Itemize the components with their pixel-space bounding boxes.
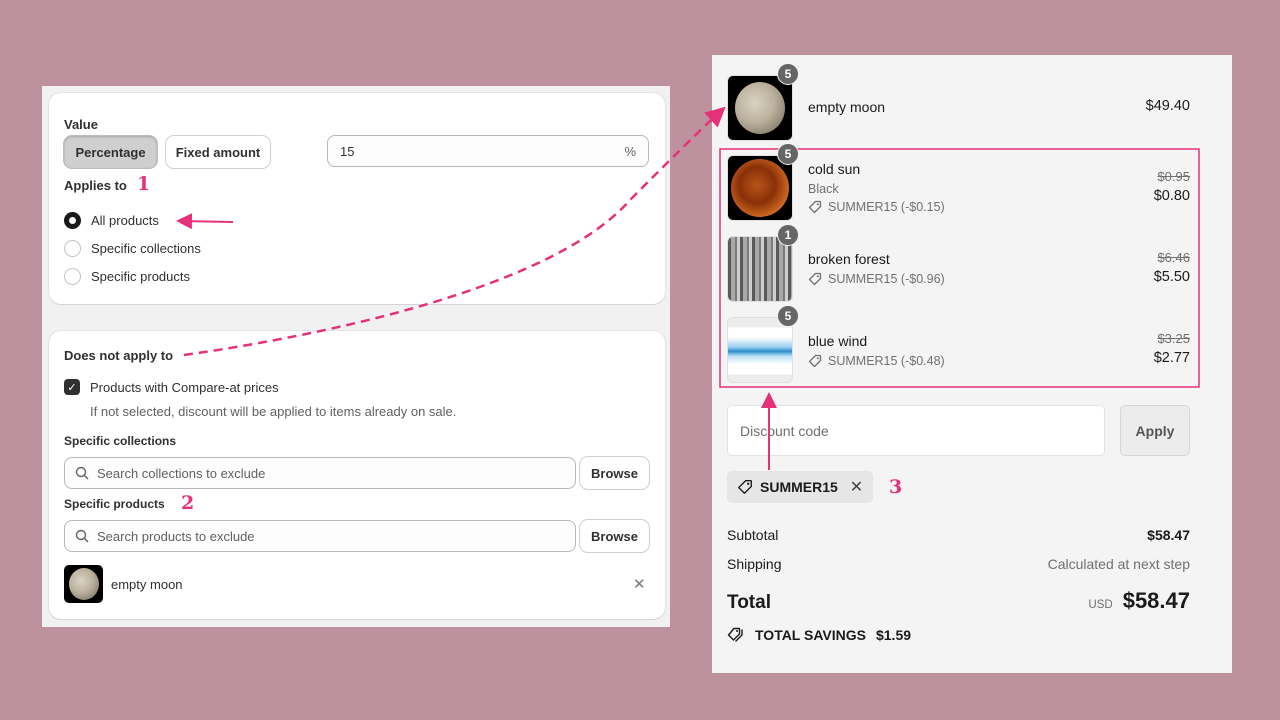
applied-discount-chip: SUMMER15 ✕: [727, 471, 874, 503]
applied-code: SUMMER15: [760, 479, 838, 495]
checkbox-label: Products with Compare-at prices: [90, 379, 279, 395]
subtotal-value: $58.47: [1147, 527, 1190, 543]
remove-discount-close-icon[interactable]: ✕: [850, 477, 863, 497]
products-label: Specific products: [64, 497, 165, 511]
tag-icon: [808, 200, 822, 214]
discount-text: SUMMER15 (-$0.15): [828, 200, 945, 214]
product-name: cold sun: [808, 161, 861, 177]
excluded-product-name: empty moon: [111, 576, 183, 592]
discount-allocation: SUMMER15 (-$0.96): [808, 272, 945, 286]
radio-label: All products: [91, 213, 159, 228]
quantity-badge: 5: [777, 143, 799, 165]
annotation-step-1: 1: [137, 173, 151, 195]
collections-search-input[interactable]: Search collections to exclude: [64, 457, 576, 489]
subtotal-label: Subtotal: [727, 527, 779, 543]
apply-button[interactable]: Apply: [1120, 405, 1190, 456]
total-savings: TOTAL SAVINGS $1.59: [727, 627, 911, 643]
product-price: $0.80: [1153, 188, 1190, 204]
product-price: $49.40: [1145, 98, 1190, 114]
product-price: $5.50: [1153, 269, 1190, 285]
product-variant: Black: [808, 182, 839, 196]
discount-code-input[interactable]: Discount code: [727, 405, 1105, 456]
placeholder: Search products to exclude: [97, 528, 255, 544]
radio-unselected-icon: [64, 240, 81, 257]
percentage-button[interactable]: Percentage: [64, 136, 157, 168]
shipping-value: Calculated at next step: [1047, 556, 1190, 572]
line-item: 5 empty moon $49.40: [727, 63, 1190, 141]
original-price: $6.46: [1157, 250, 1190, 265]
tag-icon: [808, 272, 822, 286]
discount-allocation: SUMMER15 (-$0.15): [808, 200, 945, 214]
product-name: broken forest: [808, 251, 890, 267]
product-name: blue wind: [808, 333, 868, 349]
search-icon: [75, 466, 89, 480]
excluded-product-item: empty moon: [64, 565, 183, 603]
percent-suffix: %: [624, 143, 636, 159]
savings-label: TOTAL SAVINGS: [755, 627, 866, 643]
browse-products-button[interactable]: Browse: [580, 520, 649, 552]
radio-unselected-icon: [64, 268, 81, 285]
discount-text: SUMMER15 (-$0.96): [828, 272, 945, 286]
radio-label: Specific products: [91, 269, 190, 284]
radio-specific-products[interactable]: Specific products: [64, 268, 190, 285]
radio-all-products[interactable]: All products: [64, 212, 159, 229]
radio-specific-collections[interactable]: Specific collections: [64, 240, 201, 257]
original-price: $3.25: [1157, 331, 1190, 346]
discount-settings-panel: Value Percentage Fixed amount 15 % Appli…: [42, 86, 670, 627]
remove-product-close-icon[interactable]: ✕: [633, 575, 646, 593]
checkout-summary: 5 empty moon $49.40 5 cold sun Black SUM…: [712, 55, 1232, 673]
does-not-apply-heading: Does not apply to: [64, 348, 174, 363]
discount-value: 15: [340, 143, 355, 159]
product-thumbnail: [727, 236, 793, 302]
total-value: $58.47: [1122, 588, 1190, 613]
compare-at-help: If not selected, discount will be applie…: [90, 404, 457, 419]
total-label: Total: [727, 592, 771, 613]
product-thumbnail: [727, 155, 793, 221]
shipping-row: Shipping Calculated at next step: [727, 556, 1190, 572]
original-price: $0.95: [1157, 169, 1190, 184]
savings-tag-icon: [727, 627, 743, 642]
exclusions-card: Does not apply to ✓ Products with Compar…: [49, 331, 665, 619]
line-item: 5 blue wind SUMMER15 (-$0.48) $3.25 $2.7…: [727, 305, 1190, 383]
product-thumbnail: [64, 565, 103, 603]
currency-code: USD: [1088, 599, 1113, 611]
quantity-badge: 1: [777, 224, 799, 246]
annotation-step-2: 2: [181, 492, 195, 514]
browse-collections-button[interactable]: Browse: [580, 457, 649, 489]
savings-value: $1.59: [875, 627, 912, 643]
checkmark-icon: ✓: [64, 379, 80, 395]
discount-text: SUMMER15 (-$0.48): [828, 354, 945, 368]
product-name: empty moon: [808, 99, 886, 115]
discount-allocation: SUMMER15 (-$0.48): [808, 354, 945, 368]
compare-at-checkbox[interactable]: ✓ Products with Compare-at prices: [64, 379, 279, 395]
total-row: Total USD $58.47: [727, 588, 1190, 614]
search-icon: [75, 529, 89, 543]
collections-label: Specific collections: [64, 434, 177, 448]
shipping-label: Shipping: [727, 556, 782, 572]
annotation-step-3: 3: [889, 476, 903, 498]
fixed-amount-button[interactable]: Fixed amount: [166, 136, 270, 168]
tag-icon: [808, 354, 822, 368]
quantity-badge: 5: [777, 305, 799, 327]
quantity-badge: 5: [777, 63, 799, 85]
radio-label: Specific collections: [91, 241, 201, 256]
value-heading: Value: [64, 117, 98, 132]
line-item: 1 broken forest SUMMER15 (-$0.96) $6.46 …: [727, 224, 1190, 302]
radio-selected-icon: [64, 212, 81, 229]
placeholder: Search collections to exclude: [97, 465, 266, 481]
discount-value-input[interactable]: 15 %: [327, 135, 649, 167]
applies-to-heading: Applies to: [64, 178, 127, 193]
value-card: Value Percentage Fixed amount 15 % Appli…: [49, 93, 665, 304]
product-thumbnail: [727, 75, 793, 141]
product-thumbnail: [727, 317, 793, 383]
line-item: 5 cold sun Black SUMMER15 (-$0.15) $0.95…: [727, 143, 1190, 221]
tag-icon: [738, 480, 752, 494]
products-search-input[interactable]: Search products to exclude: [64, 520, 576, 552]
product-price: $2.77: [1153, 350, 1190, 366]
subtotal-row: Subtotal $58.47: [727, 527, 1190, 543]
